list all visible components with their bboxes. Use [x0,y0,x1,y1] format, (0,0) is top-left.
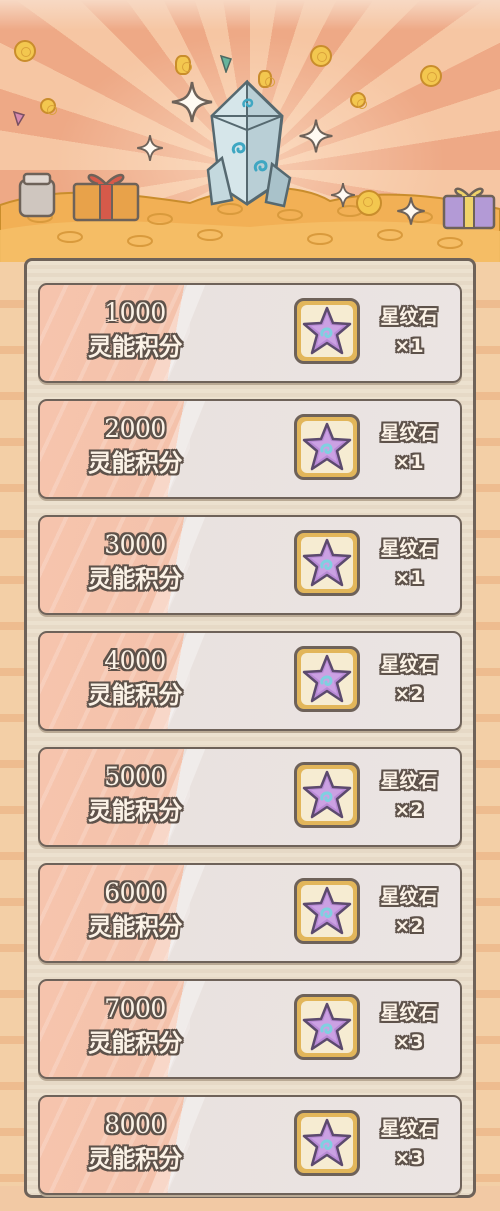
reward-item-slot[interactable] [294,646,360,712]
wall-right [476,262,500,1186]
reward-tier-row[interactable]: 3000 灵能积分 星纹石 ×1 [38,515,462,615]
star-pattern-stone-icon [302,538,352,587]
star-pattern-stone-icon [302,1002,352,1051]
tier-score-label: 灵能积分 [88,913,183,941]
tier-score-label: 灵能积分 [88,449,183,477]
reward-item-slot[interactable] [294,878,360,944]
reward-tier-row[interactable]: 1000 灵能积分 星纹石 ×1 [38,283,462,383]
tier-score: 1000 灵能积分 [60,296,210,364]
reward-description: 星纹石 ×1 [364,535,454,593]
coin-jar-icon [18,172,56,218]
reward-description: 星纹石 ×2 [364,883,454,941]
gift-box-icon [442,187,496,230]
reward-quantity: ×2 [394,915,424,937]
reward-quantity: ×2 [394,683,424,705]
reward-item-slot[interactable] [294,994,360,1060]
reward-tier-row[interactable]: 5000 灵能积分 星纹石 ×2 [38,747,462,847]
tier-score-value: 7000 [104,994,166,1023]
reward-tier-row[interactable]: 6000 灵能积分 星纹石 ×2 [38,863,462,963]
reward-tier-row[interactable]: 7000 灵能积分 星纹石 ×3 [38,979,462,1079]
reward-quantity: ×3 [394,1147,424,1169]
reward-tier-row[interactable]: 8000 灵能积分 星纹石 ×3 [38,1095,462,1195]
sparkle-star-icon [137,135,163,161]
reward-name: 星纹石 [380,1002,438,1024]
reward-name: 星纹石 [380,654,438,676]
reward-quantity: ×1 [394,335,424,357]
reward-description: 星纹石 ×1 [364,419,454,477]
tier-score: 5000 灵能积分 [60,760,210,828]
reward-item-slot[interactable] [294,414,360,480]
gem-shard-icon [12,110,26,126]
sparkle-star-icon [331,183,355,207]
tier-score: 3000 灵能积分 [60,528,210,596]
reward-quantity: ×1 [394,451,424,473]
star-pattern-stone-icon [302,306,352,355]
banner-top-fade [0,0,500,30]
reward-quantity: ×3 [394,1031,424,1053]
gem-shard-icon [219,55,232,73]
reward-item-slot[interactable] [294,530,360,596]
sparkle-star-icon [299,119,333,153]
tier-score-label: 灵能积分 [88,797,183,825]
gold-coin-icon [310,45,332,67]
tier-score-label: 灵能积分 [88,1145,183,1173]
gold-coin-icon [420,65,442,87]
tier-score-label: 灵能积分 [88,333,183,361]
tier-score-label: 灵能积分 [88,681,183,709]
reward-description: 星纹石 ×3 [364,999,454,1057]
reward-quantity: ×1 [394,567,424,589]
reward-name: 星纹石 [380,886,438,908]
gold-coin-icon [14,40,36,62]
reward-tier-row[interactable]: 4000 灵能积分 星纹石 ×2 [38,631,462,731]
gift-box-icon [72,173,140,222]
reward-description: 星纹石 ×2 [364,651,454,709]
reward-item-slot[interactable] [294,762,360,828]
star-pattern-stone-icon [302,886,352,935]
tier-score-value: 4000 [104,646,166,675]
reward-description: 星纹石 ×3 [364,1115,454,1173]
reward-description: 星纹石 ×2 [364,767,454,825]
gold-coin-icon [356,190,382,216]
tier-score: 8000 灵能积分 [60,1108,210,1176]
reward-name: 星纹石 [380,770,438,792]
tier-score-value: 2000 [104,414,166,443]
tier-score: 6000 灵能积分 [60,876,210,944]
reward-item-slot[interactable] [294,298,360,364]
tier-score: 2000 灵能积分 [60,412,210,480]
tier-score: 4000 灵能积分 [60,644,210,712]
sparkle-star-icon [397,197,425,225]
reward-item-slot[interactable] [294,1110,360,1176]
reward-tier-list: 1000 灵能积分 星纹石 ×1 2000 灵能积分 星纹石 ×1 3000 灵… [38,283,462,1211]
star-pattern-stone-icon [302,422,352,471]
tier-score-value: 3000 [104,530,166,559]
reward-name: 星纹石 [380,306,438,328]
tier-score-value: 1000 [104,298,166,327]
tier-score-value: 8000 [104,1110,166,1139]
reward-name: 星纹石 [380,538,438,560]
reward-quantity: ×2 [394,799,424,821]
tier-score-label: 灵能积分 [88,1029,183,1057]
reward-tier-panel[interactable]: 1000 灵能积分 星纹石 ×1 2000 灵能积分 星纹石 ×1 3000 灵… [24,258,476,1198]
gold-coin-icon [350,92,367,109]
tier-score-label: 灵能积分 [88,565,183,593]
tier-score: 7000 灵能积分 [60,992,210,1060]
gold-coin-icon [175,55,192,75]
reward-tier-row[interactable]: 2000 灵能积分 星纹石 ×1 [38,399,462,499]
wall-left [0,262,24,1186]
reward-name: 星纹石 [380,1118,438,1140]
reward-name: 星纹石 [380,422,438,444]
reward-description: 星纹石 ×1 [364,303,454,361]
tier-score-value: 5000 [104,762,166,791]
star-pattern-stone-icon [302,770,352,819]
star-pattern-stone-icon [302,654,352,703]
gold-coin-icon [40,98,57,115]
reward-banner [0,0,500,262]
star-pattern-stone-icon [302,1118,352,1167]
tier-score-value: 6000 [104,878,166,907]
sparkle-star-icon [171,81,213,123]
